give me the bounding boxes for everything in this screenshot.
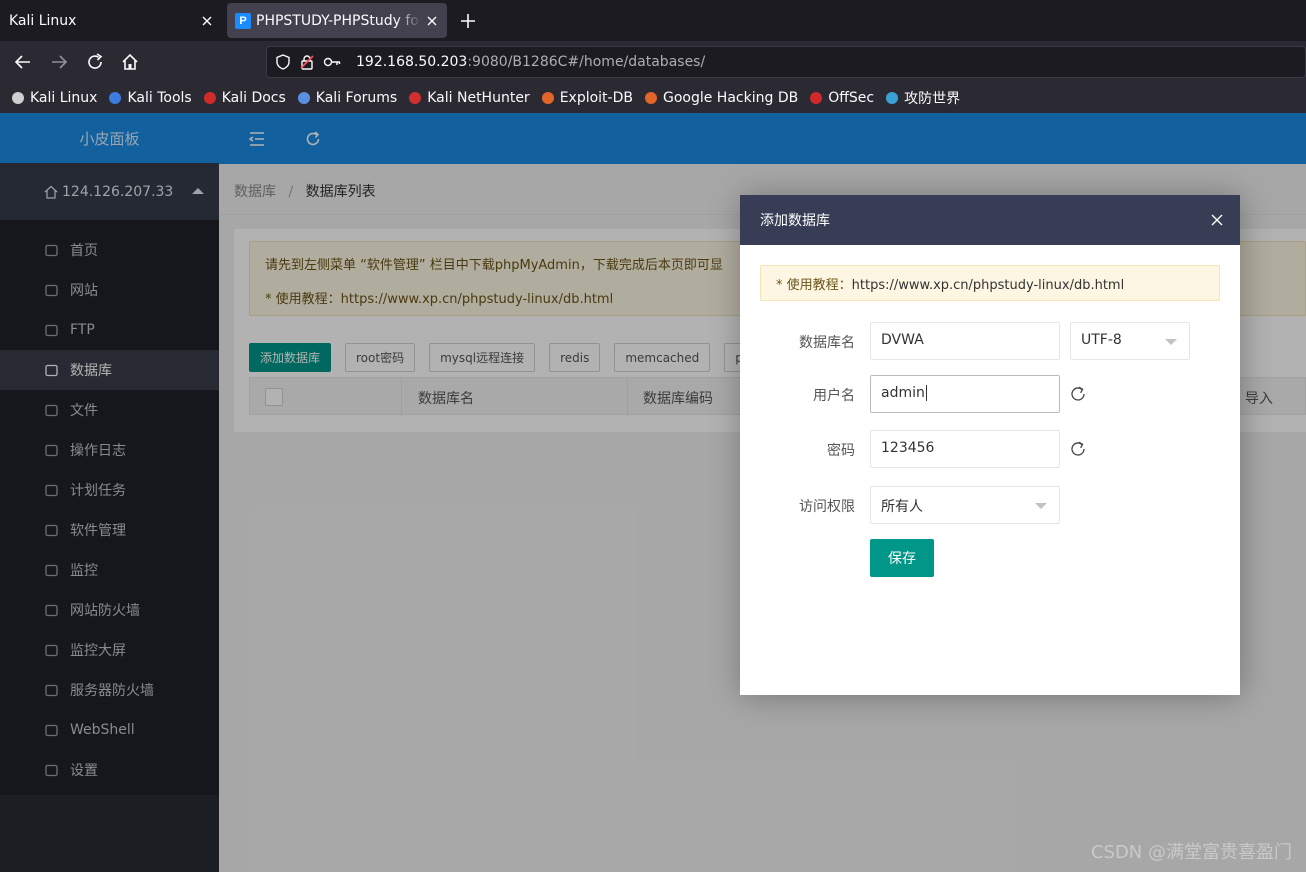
home-icon[interactable] [120,52,140,72]
kali-dragon-icon [12,92,24,104]
globe-icon [886,92,899,104]
tutorial-link[interactable]: https://www.xp.cn/phpstudy-linux/db.html [852,278,1125,293]
bookmark-label: 攻防世界 [904,91,961,107]
bookmark-1[interactable]: Kali Tools [107,90,192,106]
dbname-row: 数据库名 DVWA UTF-8 [740,322,1240,360]
close-icon[interactable] [1210,213,1224,227]
notice-prefix: * 使用教程： [776,278,852,293]
reload-icon[interactable] [85,52,105,72]
regenerate-username-icon[interactable] [1070,386,1086,402]
regenerate-password-icon[interactable] [1070,441,1086,457]
chevron-down-icon [1035,503,1047,509]
close-tab-icon[interactable] [425,14,439,28]
bookmark-5[interactable]: Exploit-DB [540,90,633,106]
close-tab-icon[interactable] [200,14,214,28]
text-cursor [925,385,927,401]
bookmark-label: Exploit-DB [559,90,633,106]
kali-docs-icon [203,92,216,104]
csdn-watermark: CSDN @满堂富贵喜盈门 [1090,842,1292,863]
chevron-down-icon [1165,339,1177,345]
back-icon[interactable] [13,52,33,72]
bookmark-7[interactable]: OffSec [808,90,874,106]
exploit-db-icon [541,92,554,104]
url-path: :9080/B1286C#/home/databases/ [467,54,706,70]
add-database-dialog: 添加数据库 * 使用教程：https://www.xp.cn/phpstudy-… [740,195,1240,695]
tab-title: PHPSTUDY-PHPStudy for [256,12,421,29]
save-button[interactable]: 保存 [870,539,934,577]
kali-forums-icon [297,92,310,104]
bookmark-label: Kali Tools [127,90,192,106]
url-host: 192.168.50.203 [356,54,468,70]
bookmark-8[interactable]: 攻防世界 [884,88,960,108]
phpstudy-favicon-icon: P [235,12,251,29]
bookmark-6[interactable]: Google Hacking DB [643,90,798,106]
tab-kali-linux[interactable]: Kali Linux [0,0,222,41]
insecure-lock-icon[interactable] [299,54,315,70]
dialog-title: 添加数据库 [760,213,830,229]
url-text[interactable]: 192.168.50.203:9080/B1286C#/home/databas… [356,54,705,70]
bookmark-label: Google Hacking DB [662,90,799,106]
tab-phpstudy[interactable]: P PHPSTUDY-PHPStudy for [227,3,447,38]
access-row: 访问权限 所有人 [740,486,1240,524]
username-input[interactable]: admin [870,375,1060,413]
bookmark-label: Kali NetHunter [427,90,530,106]
access-value: 所有人 [881,499,923,515]
password-label: 密码 [827,443,855,459]
bookmarks-bar: Kali Linux Kali Tools Kali Docs Kali Forums… [0,83,1306,113]
bookmark-label: Kali Docs [221,90,286,106]
shield-tracking-icon[interactable] [275,54,291,70]
dbname-label: 数据库名 [799,335,855,351]
access-label: 访问权限 [799,499,855,515]
nethunter-icon [409,92,422,104]
browser-nav-bar: 192.168.50.203:9080/B1286C#/home/databas… [0,41,1306,83]
charset-value: UTF-8 [1081,332,1122,348]
kali-tools-icon [109,92,122,104]
password-input[interactable]: 123456 [870,430,1060,468]
browser-tab-bar: Kali Linux P PHPSTUDY-PHPStudy for [0,0,1306,41]
bookmark-2[interactable]: Kali Docs [202,90,286,106]
offsec-icon [810,92,823,104]
dialog-header: 添加数据库 [740,195,1240,245]
dialog-notice: * 使用教程：https://www.xp.cn/phpstudy-linux/… [760,265,1220,301]
password-row: 密码 123456 [740,430,1240,468]
username-row: 用户名 admin [740,375,1240,413]
key-icon[interactable] [323,54,341,70]
charset-select[interactable]: UTF-8 [1070,322,1190,360]
username-label: 用户名 [813,388,855,404]
ghdb-icon [644,92,657,104]
access-select[interactable]: 所有人 [870,486,1060,524]
bookmark-label: Kali Linux [30,90,98,106]
bookmark-3[interactable]: Kali Forums [296,90,397,106]
bookmark-4[interactable]: Kali NetHunter [407,90,530,106]
tab-title: Kali Linux [9,12,77,29]
bookmark-0[interactable]: Kali Linux [10,90,97,106]
username-value: admin [881,385,925,401]
bookmark-label: OffSec [828,90,875,106]
new-tab-icon[interactable] [458,11,478,31]
forward-icon[interactable] [49,52,69,72]
bookmark-label: Kali Forums [315,90,398,106]
dbname-input[interactable]: DVWA [870,322,1060,360]
modal-backdrop-sidebar[interactable] [0,113,219,872]
url-bar[interactable]: 192.168.50.203:9080/B1286C#/home/databas… [266,46,1306,78]
